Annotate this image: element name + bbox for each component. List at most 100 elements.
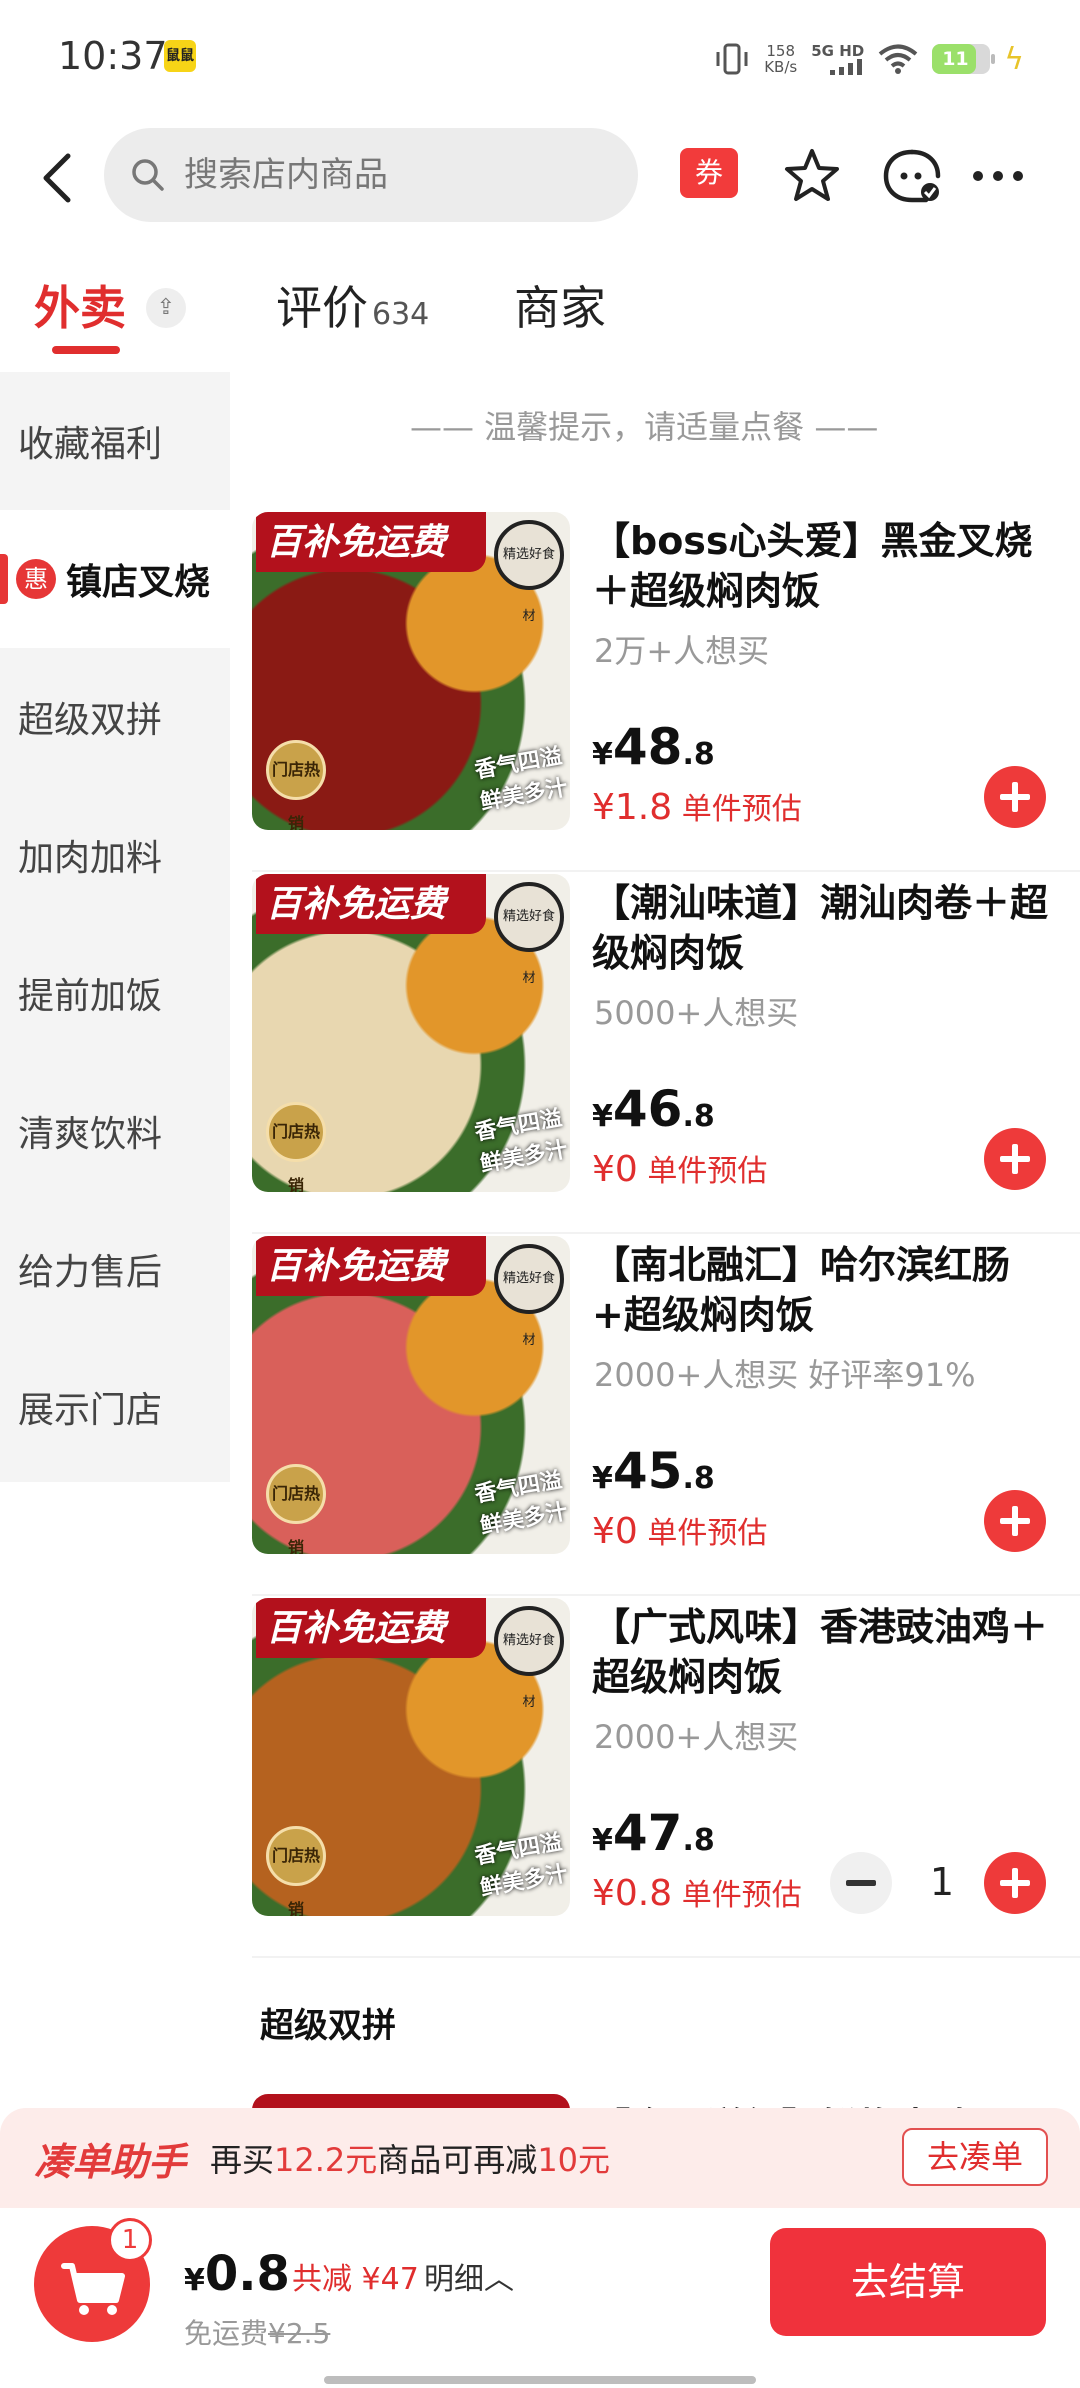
add-to-cart-button[interactable]	[984, 1128, 1046, 1190]
bundle-assistant-bar: 凑单助手 再买12.2元商品可再减10元 去凑单	[0, 2108, 1080, 2208]
cart-detail-toggle[interactable]: 明细︿	[424, 2254, 514, 2298]
add-to-cart-button[interactable]	[984, 1852, 1046, 1914]
image-promo-banner: 百补免运费	[256, 874, 486, 934]
back-button[interactable]	[30, 148, 90, 208]
estimated-price-value: ¥0	[592, 1149, 638, 1190]
image-seal: 精选好食材	[494, 1244, 564, 1348]
sidebar-item-label: 清爽饮料	[18, 1114, 163, 1155]
sidebar-item-stores[interactable]: 展示门店	[0, 1338, 230, 1476]
network-type: 5G HD	[811, 43, 864, 75]
price-decimal: .8	[682, 1461, 715, 1496]
sidebar-item-label: 给力售后	[18, 1252, 163, 1293]
bundle-assistant-text: 再买12.2元商品可再减10元	[210, 2135, 610, 2181]
network-speed-unit: KB/s	[764, 58, 798, 76]
status-time: 10:37	[58, 34, 168, 78]
sidebar-item-label: 展示门店	[18, 1390, 163, 1431]
product-sales: 2万+人想买	[594, 632, 770, 670]
quantity-value: 1	[929, 1860, 955, 1904]
image-stamp: 香气四溢 鲜美多汁	[451, 1465, 570, 1553]
assist-text-pre: 再买	[210, 2141, 275, 2179]
bundle-assistant-label: 凑单助手	[34, 2138, 187, 2184]
product-image[interactable]: 百补免运费 精选好食材 门店热销 香气四溢 鲜美多汁	[252, 874, 570, 1192]
product-card[interactable]: 百补免运费 精选好食材 门店热销 香气四溢 鲜美多汁 【广式风味】香港豉油鸡＋超级焖肉饭 2…	[252, 1594, 1080, 1958]
price-integer: 48	[612, 718, 683, 776]
sidebar-item-drinks[interactable]: 清爽饮料	[0, 1062, 230, 1200]
tab-waimai[interactable]: 外卖	[34, 272, 126, 338]
tab-pingjia[interactable]: 评价 634	[276, 272, 429, 338]
coupon-button[interactable]: 券	[680, 148, 738, 198]
cart-count-badge: 1	[108, 2218, 152, 2262]
price-integer: 47	[612, 1804, 683, 1862]
product-title[interactable]: 【广式风味】香港豉油鸡＋超级焖肉饭	[592, 1602, 1062, 1702]
assist-amount: 12.2元	[274, 2141, 378, 2179]
product-card[interactable]: 百补免运费 精选好食材 门店热销 香气四溢 鲜美多汁 【boss心头爱】黑金叉烧＋超级焖肉…	[252, 508, 1080, 872]
assist-discount: 10元	[537, 2141, 611, 2179]
sidebar-item-label: 收藏福利	[18, 424, 163, 465]
discount-badge: 惠	[16, 559, 56, 599]
network-speed: 158 KB/s	[764, 43, 797, 75]
price-currency: ¥	[592, 1823, 613, 1858]
tab-shangjia[interactable]: 商家	[514, 272, 606, 338]
section-title: 超级双拼	[260, 2006, 396, 2046]
image-seal: 精选好食材	[494, 882, 564, 986]
sidebar-item-signature-charsiu[interactable]: 惠 镇店叉烧	[0, 510, 230, 648]
sidebar-item-favorites[interactable]: 收藏福利	[0, 372, 230, 510]
cart-total-currency: ¥	[184, 2263, 205, 2298]
review-count: 634	[372, 297, 430, 332]
sidebar-item-extra-rice[interactable]: 提前加饭	[0, 924, 230, 1062]
tab-bar: 外卖 ⇪ 评价 634 商家	[0, 262, 1080, 362]
price-currency: ¥	[592, 1461, 613, 1496]
collapse-toggle-icon[interactable]: ⇪	[146, 288, 186, 328]
price-currency: ¥	[592, 1099, 613, 1134]
favorite-button[interactable]	[782, 146, 842, 206]
product-image[interactable]: 百补免运费 精选好食材 门店热销 香气四溢 鲜美多汁	[252, 1598, 570, 1916]
price-decimal: .8	[682, 1823, 715, 1858]
image-stamp: 香气四溢 鲜美多汁	[451, 741, 570, 829]
cart-discount: 共减 ¥47	[292, 2262, 419, 2297]
customer-service-button[interactable]	[880, 146, 944, 206]
product-image[interactable]: 百补免运费 精选好食材 门店热销 香气四溢 鲜美多汁	[252, 512, 570, 830]
back-arrow-icon	[43, 153, 71, 203]
product-card[interactable]: 百补免运费 精选好食材 门店热销 香气四溢 鲜美多汁 【南北融汇】哈尔滨红肠+超级焖肉饭 2…	[252, 1232, 1080, 1596]
decrease-quantity-button[interactable]	[830, 1852, 892, 1914]
estimated-price-value: ¥0	[592, 1511, 638, 1552]
add-to-cart-button[interactable]	[984, 766, 1046, 828]
image-stamp: 香气四溢 鲜美多汁	[451, 1827, 570, 1915]
sidebar-item-double-combo[interactable]: 超级双拼	[0, 648, 230, 786]
product-title[interactable]: 【南北融汇】哈尔滨红肠+超级焖肉饭	[592, 1240, 1062, 1340]
sidebar-item-extra-meat[interactable]: 加肉加料	[0, 786, 230, 924]
estimated-price: ¥0 单件预估	[592, 1146, 767, 1190]
category-sidebar: 收藏福利 惠 镇店叉烧 超级双拼 加肉加料 提前加饭 清爽饮料 给力售后 展示门…	[0, 372, 230, 1482]
price-currency: ¥	[592, 737, 613, 772]
chat-icon	[883, 149, 941, 203]
checkout-button[interactable]: 去结算	[770, 2228, 1046, 2336]
product-image[interactable]: 百补免运费 精选好食材 门店热销 香气四溢 鲜美多汁	[252, 1236, 570, 1554]
vibrate-icon	[716, 43, 748, 75]
price-integer: 45	[612, 1442, 683, 1500]
signal-icon	[830, 59, 863, 75]
network-speed-value: 158	[766, 42, 796, 60]
go-bundle-button[interactable]: 去凑单	[902, 2128, 1048, 2186]
sidebar-item-after-sales[interactable]: 给力售后	[0, 1200, 230, 1338]
battery-icon: 11	[932, 44, 996, 74]
more-button[interactable]	[966, 146, 1030, 206]
notification-app-icon: 鼠鼠	[164, 40, 196, 72]
product-price: ¥46.8	[592, 1080, 715, 1138]
sidebar-item-label: 加肉加料	[18, 838, 163, 879]
product-title[interactable]: 【boss心头爱】黑金叉烧＋超级焖肉饭	[592, 516, 1062, 616]
product-sales: 2000+人想买	[594, 1718, 799, 1756]
sidebar-item-label: 镇店叉烧	[66, 562, 211, 603]
sidebar-item-label: 超级双拼	[18, 700, 163, 741]
search-bar[interactable]	[104, 128, 638, 222]
sidebar-active-indicator	[0, 554, 8, 604]
estimated-price-value: ¥1.8	[592, 787, 673, 828]
product-card[interactable]: 百补免运费 精选好食材 门店热销 香气四溢 鲜美多汁 【潮汕味道】潮汕肉卷＋超级焖肉饭 50…	[252, 870, 1080, 1234]
cart-total-amount: 0.8	[204, 2246, 290, 2302]
status-icons: 158 KB/s 5G HD 11 ϟ	[714, 34, 1024, 84]
add-to-cart-button[interactable]	[984, 1490, 1046, 1552]
battery-level: 11	[942, 48, 969, 70]
shipping-original-price: ¥2.5	[268, 2317, 331, 2350]
search-input[interactable]	[184, 155, 604, 195]
product-title[interactable]: 【潮汕味道】潮汕肉卷＋超级焖肉饭	[592, 878, 1062, 978]
tab-pingjia-label: 评价	[276, 281, 368, 335]
